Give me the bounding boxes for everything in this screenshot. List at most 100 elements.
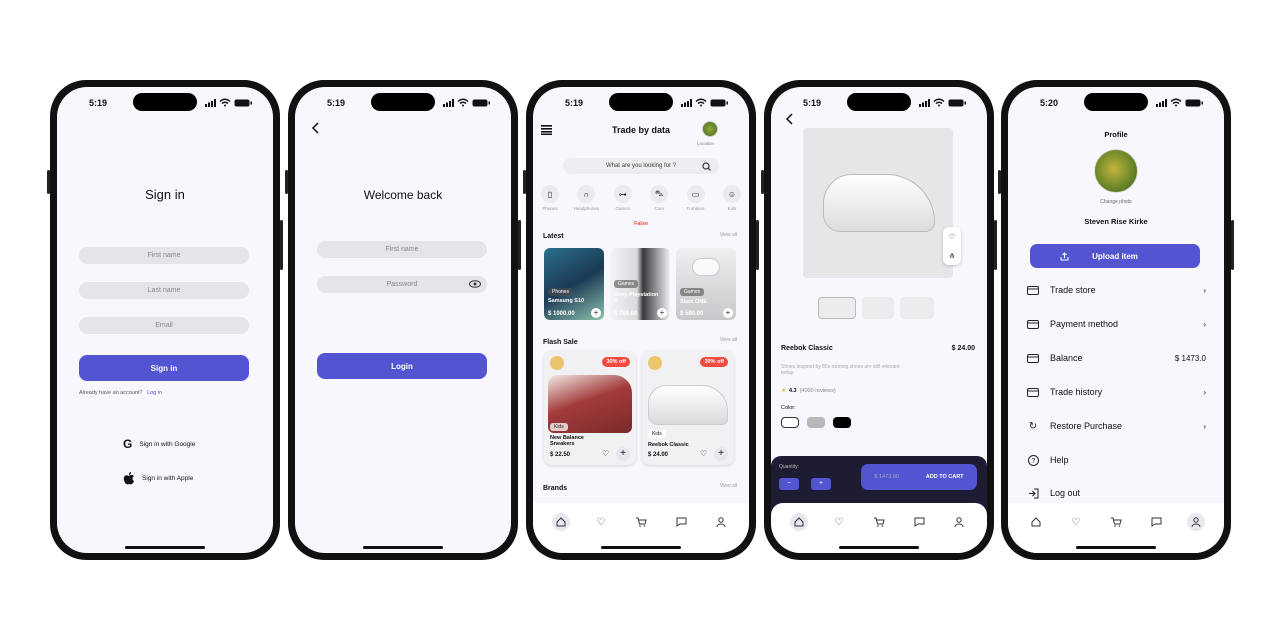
card-tag: Games — [614, 280, 639, 288]
latest-view-all[interactable]: View all — [720, 232, 737, 238]
tab-messages[interactable] — [672, 513, 690, 531]
location-label[interactable]: Location — [697, 141, 714, 146]
tab-favorites[interactable]: ♡ — [830, 513, 848, 531]
change-photo-link[interactable]: Change photo — [1008, 199, 1224, 205]
tab-cart[interactable] — [632, 513, 650, 531]
add-icon[interactable]: + — [591, 308, 601, 318]
menu-row-payment-method[interactable]: Payment method › — [1026, 317, 1206, 331]
signal-icon — [205, 98, 216, 107]
menu-row-log-out[interactable]: Log out — [1026, 486, 1206, 500]
latest-card[interactable]: Games Sony Playstation 5 $ 700.00 + — [610, 248, 670, 320]
tab-profile[interactable] — [712, 513, 730, 531]
log-in-link[interactable]: Log in — [147, 390, 162, 396]
discount-badge: 30% off — [700, 357, 728, 367]
share-icon[interactable]: ⋔ — [949, 252, 955, 260]
home-icon — [1031, 517, 1041, 527]
back-arrow-icon[interactable] — [785, 113, 795, 125]
heart-icon[interactable]: ♡ — [602, 449, 609, 458]
thumbnail[interactable] — [818, 297, 856, 319]
wifi-icon — [695, 98, 707, 107]
add-icon[interactable]: + — [616, 447, 630, 461]
apple-signin-button[interactable]: Sign in with Apple — [123, 472, 193, 485]
search-icon[interactable] — [702, 161, 711, 171]
category-headphones[interactable]: ∩ Headphones — [571, 185, 601, 211]
tab-favorites[interactable]: ♡ — [592, 513, 610, 531]
menu-row-trade-store[interactable]: Trade store › — [1026, 283, 1206, 297]
thumbnail[interactable] — [862, 297, 894, 319]
cart-total: $ 1473.00 — [874, 474, 899, 480]
thumbnail-row — [818, 297, 934, 319]
thumbnail[interactable] — [900, 297, 934, 319]
google-signin-button[interactable]: G Sign in with Google — [123, 437, 195, 451]
avatar[interactable] — [1094, 149, 1138, 193]
wifi-icon — [933, 98, 945, 107]
tab-home[interactable] — [552, 513, 570, 531]
menu-row-trade-history[interactable]: Trade history › — [1026, 385, 1206, 399]
tab-cart[interactable] — [870, 513, 888, 531]
card-price: $ 500.00 — [680, 311, 704, 317]
color-swatch-gray[interactable] — [807, 417, 825, 428]
add-icon[interactable]: + — [657, 308, 667, 318]
password-field[interactable]: Password — [317, 276, 487, 293]
category-furniture[interactable]: ▭ Furniture — [681, 185, 711, 211]
home-indicator — [125, 546, 205, 549]
add-to-cart-label: ADD TO CART — [925, 474, 964, 480]
controller-shape — [692, 258, 720, 276]
menu-row-restore-purchase[interactable]: ↻ Restore Purchase › — [1026, 419, 1206, 433]
status-icons — [443, 98, 491, 107]
latest-card[interactable]: Games Xbox ONE $ 500.00 + — [676, 248, 736, 320]
home-icon — [794, 517, 804, 527]
category-games[interactable]: ⊶ Games — [608, 185, 638, 211]
tab-messages[interactable] — [910, 513, 928, 531]
user-name: Steven Rise Kirke — [1084, 217, 1148, 226]
first-name-field[interactable]: First name — [79, 247, 249, 264]
signal-icon — [1156, 98, 1167, 107]
latest-card[interactable]: Phones Samsung S10 $ 1000.00 + — [544, 248, 604, 320]
flash-card[interactable]: 30% off Kids Reebok Classic $ 24.00 ♡ + — [642, 351, 734, 465]
battery-icon — [234, 99, 252, 106]
already-account-text: Already have an account? — [79, 390, 143, 396]
category-kids[interactable]: ☺ Kids — [717, 185, 747, 211]
category-cars[interactable]: ⛍ Cars — [644, 185, 674, 211]
tab-cart[interactable] — [1107, 513, 1125, 531]
tab-home[interactable] — [1027, 513, 1045, 531]
quantity-decrement-button[interactable]: − — [779, 478, 799, 490]
tab-profile[interactable] — [1187, 513, 1205, 531]
tab-messages[interactable] — [1147, 513, 1165, 531]
upload-item-button[interactable]: Upload item — [1030, 244, 1200, 268]
heart-icon[interactable]: ♡ — [700, 449, 707, 458]
add-icon[interactable]: + — [714, 447, 728, 461]
menu-row-help[interactable]: ? Help — [1026, 453, 1206, 467]
first-name-field[interactable]: First name — [317, 241, 487, 258]
help-icon: ? — [1026, 453, 1040, 467]
status-time: 5:20 — [1040, 98, 1059, 108]
tab-favorites[interactable]: ♡ — [1067, 513, 1085, 531]
email-field[interactable]: Email — [79, 317, 249, 334]
category-phones[interactable]: ▯ Phones — [535, 185, 565, 211]
heart-icon[interactable]: ♡ — [949, 233, 955, 241]
search-input[interactable]: What are you looking for ? — [606, 163, 676, 169]
card-price: $ 700.00 — [614, 311, 638, 317]
add-to-cart-button[interactable]: $ 1473.00 ADD TO CART — [861, 464, 977, 490]
search-bar[interactable]: What are you looking for ? — [563, 158, 719, 174]
color-swatch-white[interactable] — [781, 417, 799, 428]
flash-view-all[interactable]: View all — [720, 337, 737, 343]
eye-icon[interactable] — [469, 280, 481, 288]
tab-home[interactable] — [790, 513, 808, 531]
category-row: ▯ Phones ∩ Headphones ⊶ Games ⛍ Cars ▭ Furnit… — [535, 185, 747, 211]
phone-product: 5:19 ♡ ⋔ Reebok Classic $ 24.00 Shoes in… — [761, 80, 997, 560]
quantity-increment-button[interactable]: + — [811, 478, 831, 490]
row-label: Payment method — [1050, 319, 1119, 329]
login-button[interactable]: Login — [317, 353, 487, 379]
card-icon — [1026, 317, 1040, 331]
location-avatar[interactable] — [702, 121, 718, 137]
tab-profile[interactable] — [950, 513, 968, 531]
flash-card[interactable]: 30% off Kids New Balance Sneakers $ 22.5… — [544, 351, 636, 465]
page-title: Sign in — [145, 187, 185, 202]
brands-view-all[interactable]: View all — [720, 483, 737, 489]
back-arrow-icon[interactable] — [311, 122, 321, 134]
add-icon[interactable]: + — [723, 308, 733, 318]
color-swatch-black[interactable] — [833, 417, 851, 428]
last-name-field[interactable]: Last name — [79, 282, 249, 299]
sign-in-button[interactable]: Sign in — [79, 355, 249, 381]
